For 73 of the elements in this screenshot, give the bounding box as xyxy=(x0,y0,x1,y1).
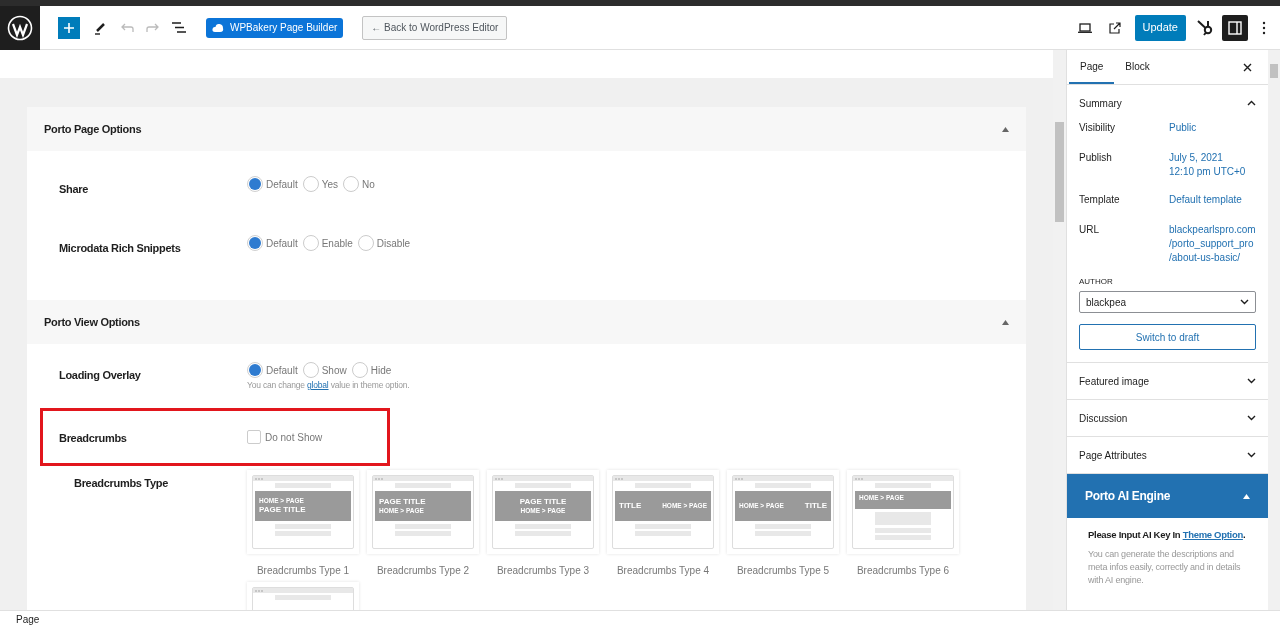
chevron-down-icon xyxy=(1240,299,1249,305)
pencil-icon[interactable] xyxy=(94,20,106,35)
laptop-icon[interactable] xyxy=(1077,22,1092,33)
field-label: URL xyxy=(1079,223,1100,237)
triangle-up-icon[interactable] xyxy=(1243,493,1250,499)
thumbnail-title: PAGE TITLE xyxy=(259,506,306,515)
sidebar-scrollbar[interactable] xyxy=(1268,50,1280,610)
field-label: Breadcrumbs xyxy=(59,432,127,444)
external-link-icon[interactable] xyxy=(1108,21,1121,34)
page-builder-button[interactable]: WPBakery Page Builder xyxy=(206,17,344,38)
chevron-down-icon xyxy=(1247,378,1256,384)
cloud-icon xyxy=(212,22,224,33)
thumbnail-title: PAGE TITLE xyxy=(379,497,426,506)
field-link[interactable]: July 5, 2021 12:10 pm UTC+0 xyxy=(1169,151,1246,193)
chevron-down-icon xyxy=(1247,452,1256,458)
thumbnail-caption: Breadcrumbs Type 2 xyxy=(376,564,470,578)
radio-option[interactable]: Yes xyxy=(302,176,338,192)
thumbnail-caption: Breadcrumbs Type 1 xyxy=(256,564,350,578)
radio-option[interactable]: Enable xyxy=(302,235,353,251)
thumbnail-caption: Breadcrumbs Type 5 xyxy=(736,564,830,578)
thumbnail-caption: Breadcrumbs Type 3 xyxy=(496,564,590,578)
settings-toggle-button[interactable] xyxy=(1222,14,1248,41)
add-block-button[interactable] xyxy=(58,16,80,39)
radio-option[interactable]: Hide xyxy=(351,362,392,378)
radio-option[interactable]: Disable xyxy=(357,235,411,251)
plus-icon xyxy=(63,21,75,34)
radio-option[interactable]: Default xyxy=(247,362,298,378)
list-view-icon[interactable] xyxy=(172,22,186,33)
radio-option[interactable]: Default xyxy=(247,235,298,251)
triangle-up-icon[interactable] xyxy=(1002,126,1009,132)
section-header[interactable]: Porto View Options xyxy=(27,300,1026,344)
update-button[interactable]: Update xyxy=(1134,14,1186,41)
field-label: Microdata Rich Snippets xyxy=(59,242,181,254)
description-text: You can generate the descriptions and meta infos easily, correctly and in details with AI engine. xyxy=(1088,548,1242,588)
field-label: AUTHOR xyxy=(1079,276,1114,288)
panel-header[interactable]: Summary xyxy=(1079,85,1256,121)
field-link[interactable]: Public xyxy=(1169,121,1197,151)
notice-text: Please Input AI Key In Theme Option. xyxy=(1088,528,1247,542)
scrollbar[interactable] xyxy=(1053,50,1066,610)
field-label: Breadcrumbs Type xyxy=(74,477,169,489)
panel-header[interactable]: Porto AI Engine xyxy=(1067,474,1268,518)
wordpress-logo[interactable] xyxy=(0,5,40,50)
field-link[interactable]: blackpearlspro.com /porto_support_pro /about-us-basic/ xyxy=(1169,223,1256,273)
sidebar-icon xyxy=(1228,20,1242,35)
section-header[interactable]: Porto Page Options xyxy=(27,107,1026,151)
help-text: You can change global value in theme option. xyxy=(247,379,410,392)
more-options-icon[interactable] xyxy=(1262,20,1266,35)
back-to-editor-button[interactable]: ← Back to WordPress Editor xyxy=(362,15,508,40)
close-icon[interactable] xyxy=(1243,62,1252,72)
thumbnail-title: PAGE TITLE xyxy=(519,497,567,506)
thumbnail-caption: Breadcrumbs Type 6 xyxy=(856,564,950,578)
radio-option[interactable]: Default xyxy=(247,176,298,192)
field-label: Visibility xyxy=(1079,121,1116,135)
thumbnail-title: TITLE xyxy=(619,502,642,510)
status-bar-text: Page xyxy=(16,613,40,627)
thumbnail-caption: Breadcrumbs Type 4 xyxy=(616,564,710,578)
checkbox-option[interactable]: Do not Show xyxy=(247,429,323,445)
field-label: Loading Overlay xyxy=(59,369,141,381)
switch-to-draft-button[interactable]: Switch to draft xyxy=(1079,324,1256,350)
field-label: Publish xyxy=(1079,151,1113,165)
radio-option[interactable]: Show xyxy=(302,362,347,378)
sidebar-tab[interactable]: Page xyxy=(1069,50,1115,84)
field-link[interactable]: Default template xyxy=(1169,193,1242,223)
author-select[interactable]: blackpea xyxy=(1079,291,1256,313)
field-label: Template xyxy=(1079,193,1121,207)
chevron-down-icon xyxy=(1247,415,1256,421)
hub-icon[interactable] xyxy=(1196,18,1214,37)
global-link[interactable]: global xyxy=(307,380,329,390)
field-label: Share xyxy=(59,183,89,195)
triangle-up-icon[interactable] xyxy=(1002,319,1009,325)
thumbnail-title: TITLE xyxy=(804,502,827,510)
theme-option-link[interactable]: Theme Option xyxy=(1182,529,1243,540)
sidebar-tab[interactable]: Block xyxy=(1114,50,1161,84)
